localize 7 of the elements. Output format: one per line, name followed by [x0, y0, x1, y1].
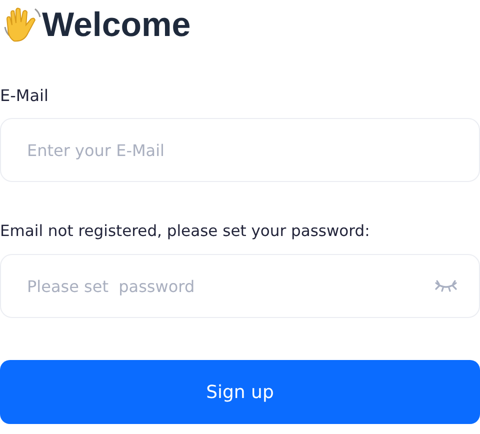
password-field[interactable]: Please set password	[0, 254, 480, 318]
welcome-heading: Welcome	[42, 6, 191, 44]
password-label: Email not registered, please set your password:	[0, 222, 371, 240]
closed-eye-icon[interactable]	[434, 279, 458, 293]
email-field[interactable]: Enter your E-Mail	[0, 118, 480, 182]
email-label: E-Mail	[0, 86, 50, 105]
sign-up-button[interactable]: Sign up	[0, 360, 480, 424]
